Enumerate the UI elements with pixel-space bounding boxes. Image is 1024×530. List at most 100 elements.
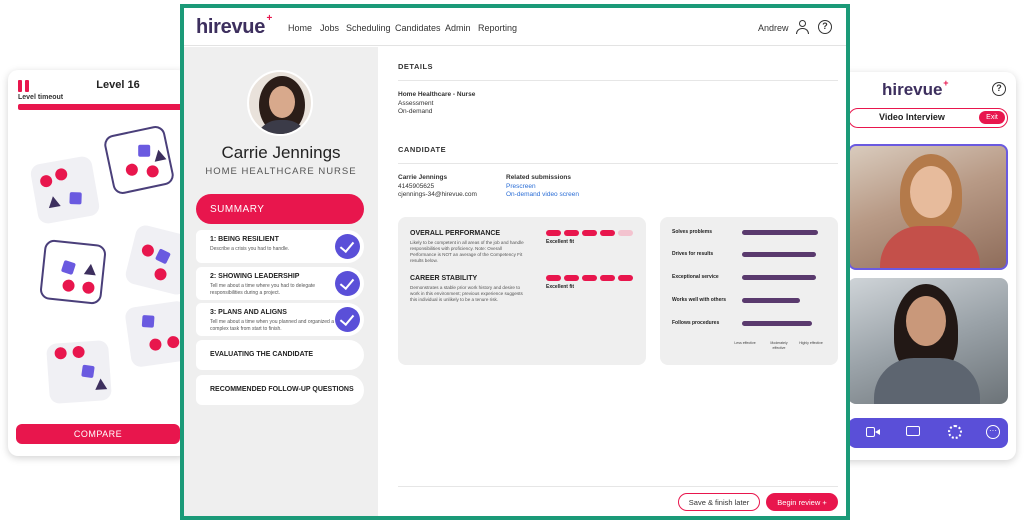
behavior-label: Works well with others <box>672 297 727 303</box>
begin-review-button[interactable]: Begin review + <box>766 493 838 511</box>
nav-candidates[interactable]: Candidates <box>395 23 441 33</box>
timeout-label: Level timeout <box>18 94 64 101</box>
related-video-screen-link[interactable]: On-demand video screen <box>506 191 579 198</box>
game-board <box>8 118 188 408</box>
check-icon <box>335 234 360 259</box>
competency-item[interactable]: 1: BEING RESILIENT Describe a crisis you… <box>196 230 364 263</box>
score-pill-empty <box>618 230 633 236</box>
candidate-phone: 4145905625 <box>398 183 435 190</box>
divider <box>398 80 838 81</box>
scale-less-effective: Less effective <box>734 341 756 345</box>
competency-title: 2: SHOWING LEADERSHIP <box>210 273 300 280</box>
candidate-sidebar: Carrie Jennings HOME HEALTHCARE NURSE SU… <box>184 47 378 516</box>
avatar <box>247 70 313 136</box>
divider <box>398 163 838 164</box>
score-pill-filled <box>618 275 633 281</box>
behavior-label: Solves problems <box>672 229 713 235</box>
logo[interactable]: hirevue + <box>196 13 272 39</box>
timeout-fill <box>18 104 188 110</box>
scale-moderately-effective: Moderately effective <box>770 341 788 350</box>
overall-performance-desc: Likely to be competent in all areas of t… <box>410 240 524 263</box>
candidate-role: HOME HEALTHCARE NURSE <box>205 166 357 177</box>
follow-up-questions-item[interactable]: RECOMMENDED FOLLOW-UP QUESTIONS <box>196 375 364 405</box>
game-level: Level 16 <box>96 79 140 91</box>
position-name: Home Healthcare - Nurse <box>398 91 476 98</box>
nav-scheduling[interactable]: Scheduling <box>346 23 391 33</box>
stage: Level 16 Level timeout COMPARE hirevue +… <box>0 0 1024 530</box>
game-card: Level 16 Level timeout COMPARE <box>8 70 188 456</box>
evaluating-candidate-item[interactable]: EVALUATING THE CANDIDATE <box>196 340 364 370</box>
help-icon[interactable]: ? <box>992 82 1006 96</box>
competency-item[interactable]: 3: PLANS AND ALIGNS Tell me about a time… <box>196 303 364 336</box>
nav-home[interactable]: Home <box>288 23 312 33</box>
performance-card: OVERALL PERFORMANCE Likely to be compete… <box>398 217 646 365</box>
exit-button[interactable]: Exit <box>979 111 1005 124</box>
game-tile-selected[interactable] <box>102 124 176 196</box>
score-pill-filled <box>564 230 579 236</box>
behavior-bar <box>742 298 800 303</box>
video-logo: hirevue + <box>882 78 949 99</box>
score-pill-filled <box>600 275 615 281</box>
evaluating-label: EVALUATING THE CANDIDATE <box>210 351 314 358</box>
competency-desc: Tell me about a time where you had to de… <box>210 283 316 296</box>
candidate-name: Carrie Jennings <box>221 143 341 162</box>
video-feed-interviewer <box>848 278 1008 404</box>
candidate-full-name: Carrie Jennings <box>398 174 448 181</box>
game-tile-selected[interactable] <box>39 238 107 306</box>
video-camera-icon[interactable] <box>866 426 880 438</box>
stability-fit-label: Excellent fit <box>546 284 575 290</box>
overall-score-pills <box>546 230 636 236</box>
behaviors-card: Solves problems Drives for results Excep… <box>660 217 838 365</box>
video-feed-candidate <box>848 144 1008 270</box>
gear-icon[interactable] <box>948 425 962 439</box>
stability-score-pills <box>546 275 636 281</box>
score-pill-filled <box>564 275 579 281</box>
summary-button[interactable]: SUMMARY <box>196 194 364 224</box>
competency-desc: Tell me about a time when you planned an… <box>210 319 334 332</box>
career-stability-title: CAREER STABILITY <box>410 275 478 282</box>
save-finish-later-button[interactable]: Save & finish later <box>678 493 760 511</box>
career-stability-desc: Demonstrates a stable prior work history… <box>410 285 523 302</box>
behavior-label: Drives for results <box>672 251 714 257</box>
nav-admin[interactable]: Admin <box>445 23 471 33</box>
behavior-bar <box>742 230 818 235</box>
divider <box>398 486 838 487</box>
behavior-bar <box>742 321 813 326</box>
related-heading: Related submissions <box>506 174 572 181</box>
competency-title: 3: PLANS AND ALIGNS <box>210 309 287 316</box>
main-window: hirevue + Home Jobs Scheduling Candidates… <box>180 4 850 520</box>
top-navigation: hirevue + Home Jobs Scheduling Candidates… <box>184 8 846 46</box>
video-toolbar: ··· <box>848 418 1008 448</box>
assessment-type: Assessment <box>398 100 434 107</box>
score-pill-filled <box>546 275 561 281</box>
help-icon[interactable]: ? <box>818 20 832 34</box>
check-icon <box>335 271 360 296</box>
related-prescreen-link[interactable]: Prescreen <box>506 183 536 190</box>
game-header: Level 16 Level timeout <box>8 70 188 110</box>
more-icon[interactable]: ··· <box>986 425 1000 439</box>
game-tile[interactable] <box>29 155 101 225</box>
summary-content: DETAILS Home Healthcare - Nurse Assessme… <box>378 47 846 516</box>
competency-title: 1: BEING RESILIENT <box>210 236 279 243</box>
behavior-bar <box>742 252 817 257</box>
nav-reporting[interactable]: Reporting <box>478 23 517 33</box>
competency-desc: Describe a crisis you had to handle. <box>210 246 290 252</box>
score-pill-filled <box>546 230 561 236</box>
nav-jobs[interactable]: Jobs <box>320 23 339 33</box>
compare-button[interactable]: COMPARE <box>16 424 180 444</box>
user-name[interactable]: Andrew <box>758 23 789 33</box>
user-icon[interactable] <box>796 20 809 34</box>
behavior-label: Follows procedures <box>672 320 720 326</box>
timeout-bar <box>18 104 188 110</box>
game-tile[interactable] <box>45 339 113 405</box>
behavior-label: Exceptional service <box>672 274 719 280</box>
behavior-bar <box>742 275 817 280</box>
competency-item[interactable]: 2: SHOWING LEADERSHIP Tell me about a ti… <box>196 267 364 300</box>
game-tile[interactable] <box>124 299 188 369</box>
assessment-mode: On-demand <box>398 108 433 115</box>
game-tile[interactable] <box>123 223 188 297</box>
candidate-email: cjennings-34@hirevue.com <box>398 191 477 198</box>
chat-icon[interactable] <box>906 426 920 438</box>
pause-icon[interactable] <box>18 80 30 92</box>
check-icon <box>335 307 360 332</box>
